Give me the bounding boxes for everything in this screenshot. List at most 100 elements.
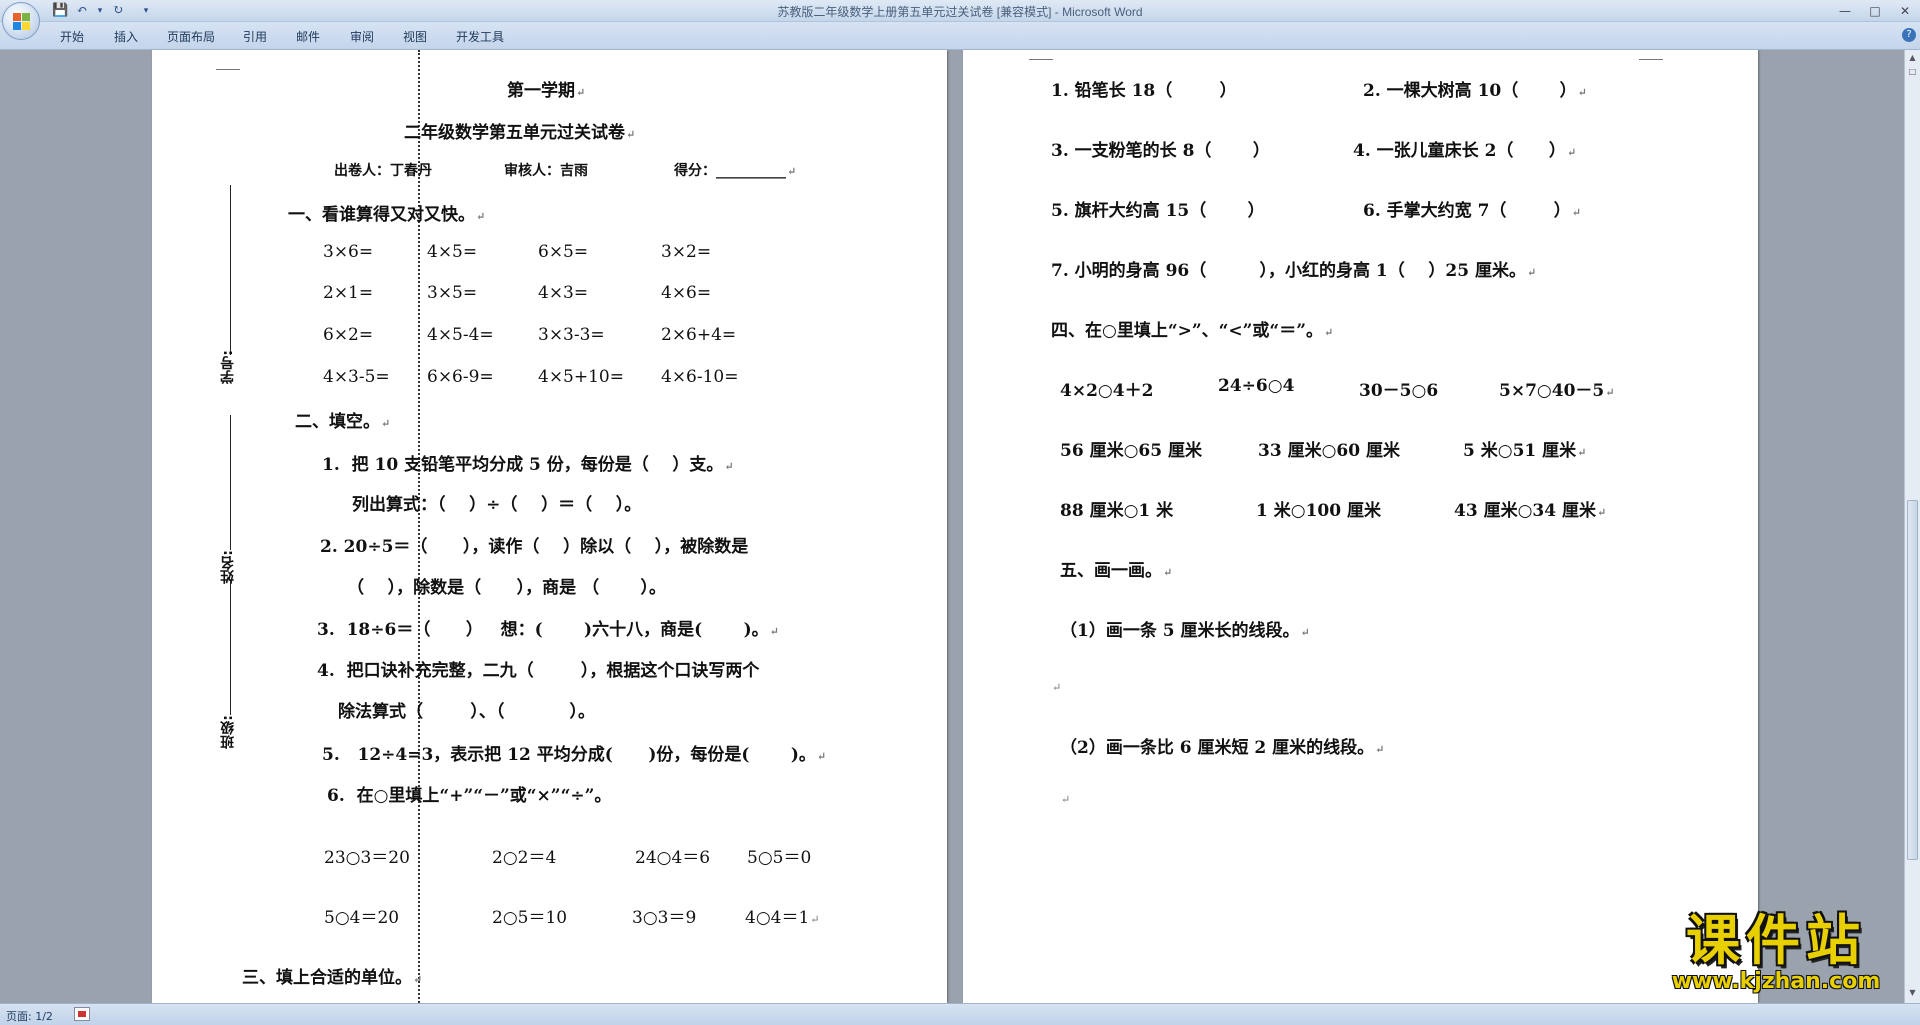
seal-line (418, 50, 420, 1003)
document-page-2[interactable]: 1. 铅笔长 18（ ） 2. 一棵大树高 10（ ）↵ 3. 一支粉笔的长 8… (963, 50, 1758, 1003)
maximize-button[interactable]: □ (1860, 0, 1890, 22)
vertical-scrollbar[interactable]: ▲ □ ▼ (1904, 50, 1920, 1003)
ruler-toggle-icon[interactable]: □ (1907, 66, 1918, 78)
tab-review[interactable]: 审阅 (350, 28, 374, 45)
help-icon[interactable]: ? (1902, 28, 1916, 42)
fill-item: 2○2＝4 (492, 848, 557, 868)
compare-item: 1 米○100 厘米 (1256, 501, 1381, 521)
question-1-formula: 列出算式：（ ）÷（ ）＝（ ）。 (352, 495, 642, 515)
calc-item: 2×1= (323, 283, 374, 303)
tab-home[interactable]: 开始 (60, 28, 84, 45)
tab-developer[interactable]: 开发工具 (456, 28, 504, 45)
class-underline (230, 580, 231, 715)
calc-item: 4×3-5= (323, 367, 390, 387)
fill-item: 5○4＝20 (324, 908, 400, 928)
page-count-status[interactable]: 页面: 1/2 (6, 1008, 53, 1024)
unit-question-1: 1. 铅笔长 18（ ） (1051, 81, 1237, 101)
paragraph-mark: ↵ (1061, 793, 1071, 806)
score-field[interactable]: 得分：__________↵ (674, 160, 796, 180)
question-1: 1. 把 10 支铅笔平均分成 5 份，每份是（ ）支。↵ (322, 455, 734, 475)
section-3-title: 三、填上合适的单位。↵ (242, 968, 423, 988)
scroll-up-icon[interactable]: ▲ (1907, 52, 1918, 64)
site-watermark: 课件站 www.kjzhan.com (1652, 911, 1900, 999)
compare-item: 56 厘米○65 厘米 (1060, 441, 1202, 461)
class-label: 班级: (220, 715, 236, 749)
exam-title: 二年级数学第五单元过关试卷↵ (404, 123, 636, 143)
paragraph-mark: ↵ (1052, 681, 1062, 694)
calc-item: 6×6-9= (427, 367, 494, 387)
question-2-cont: （ ），除数是（ ），商是 （ ）。 (347, 578, 667, 598)
unit-question-6: 6. 手掌大约宽 7（ ）↵ (1363, 201, 1581, 221)
section-1-title: 一、看谁算得又对又快。↵ (288, 205, 486, 225)
section-4-title: 四、在○里填上“>”、“<”或“＝”。↵ (1051, 321, 1334, 341)
section-2-title: 二、填空。↵ (295, 412, 391, 432)
ribbon-tabs: 开始 插入 页面布局 引用 邮件 审阅 视图 开发工具 ? (0, 22, 1920, 50)
unit-question-5: 5. 旗杆大约高 15（ ） (1051, 201, 1265, 221)
window-title: 苏教版二年级数学上册第五单元过关试卷 [兼容模式] - Microsoft Wo… (777, 5, 1143, 19)
minimize-button[interactable]: — (1830, 0, 1860, 22)
calc-item: 4×5-4= (427, 325, 494, 345)
compare-item: 4×2○4＋2 (1060, 381, 1154, 401)
compare-item: 5 米○51 厘米↵ (1463, 441, 1587, 461)
window-controls: — □ ✕ (1830, 0, 1920, 22)
scroll-thumb[interactable] (1907, 500, 1918, 860)
calc-item: 4×5+10= (538, 367, 624, 387)
document-page-1[interactable]: 学号: 姓名: 班级: 第一学期↵ 二年级数学第五单元过关试卷↵ 出卷人：丁春丹… (152, 50, 947, 1003)
calc-item: 3×2= (661, 242, 712, 262)
fill-item: 24○4＝6 (635, 848, 711, 868)
calc-item: 2×6+4= (661, 325, 737, 345)
document-workspace: 学号: 姓名: 班级: 第一学期↵ 二年级数学第五单元过关试卷↵ 出卷人：丁春丹… (0, 50, 1904, 1003)
unit-question-2: 2. 一棵大树高 10（ ）↵ (1363, 81, 1587, 101)
fill-item: 3○3＝9 (632, 908, 697, 928)
proofing-status-icon[interactable] (74, 1007, 90, 1021)
calc-item: 4×6= (661, 283, 712, 303)
question-3: 3. 18÷6＝（ ） 想：( )六十八，商是( )。↵ (317, 620, 779, 640)
crop-mark (216, 58, 240, 70)
page-heading: 第一学期↵ (507, 81, 586, 101)
office-button[interactable] (2, 2, 40, 40)
student-id-underline (230, 185, 231, 355)
unit-question-7: 7. 小明的身高 96（ ），小红的身高 1（ ）25 厘米。↵ (1051, 261, 1537, 281)
calc-item: 3×5= (427, 283, 478, 303)
compare-item: 88 厘米○1 米 (1060, 501, 1174, 521)
fill-item: 5○5＝0 (747, 848, 812, 868)
compare-item: 24÷6○4 (1218, 376, 1295, 396)
status-bar: 页面: 1/2 (0, 1003, 1920, 1025)
crop-mark (1639, 50, 1663, 60)
tab-references[interactable]: 引用 (243, 28, 267, 45)
question-4: 4. 把口诀补充完整，二九（ ），根据这个口诀写两个 (317, 661, 760, 681)
unit-question-4: 4. 一张儿童床长 2（ ）↵ (1353, 141, 1577, 161)
calc-item: 4×5= (427, 242, 478, 262)
draw-question-1: （1）画一条 5 厘米长的线段。↵ (1060, 621, 1310, 641)
tab-view[interactable]: 视图 (403, 28, 427, 45)
calc-item: 4×6-10= (661, 367, 739, 387)
watermark-title: 课件站 (1686, 909, 1866, 972)
question-5: 5. 12÷4=3，表示把 12 平均分成( )份，每份是( )。↵ (322, 745, 827, 765)
section-5-title: 五、画一画。↵ (1060, 561, 1173, 581)
compare-item: 33 厘米○60 厘米 (1258, 441, 1400, 461)
watermark-url: www.kjzhan.com (1671, 969, 1881, 994)
name-label: 姓名: (220, 550, 236, 584)
fill-item: 2○5＝10 (492, 908, 568, 928)
fill-item: 4○4＝1↵ (745, 908, 820, 928)
tab-page-layout[interactable]: 页面布局 (167, 28, 215, 45)
question-2: 2. 20÷5＝（ ），读作（ ）除以（ ），被除数是 (320, 537, 749, 557)
question-6: 6. 在○里填上“+”“－”或“×”“÷”。 (327, 786, 612, 806)
scroll-down-icon[interactable]: ▼ (1907, 987, 1918, 999)
tab-insert[interactable]: 插入 (114, 28, 138, 45)
close-button[interactable]: ✕ (1890, 0, 1920, 22)
compare-item: 43 厘米○34 厘米↵ (1454, 501, 1607, 521)
reviewer-line: 审核人：吉雨 (504, 163, 588, 179)
name-underline (230, 415, 231, 550)
title-bar: 💾 ↶ ▾ ↻ ▾ 苏教版二年级数学上册第五单元过关试卷 [兼容模式] - Mi… (0, 0, 1920, 22)
compare-item: 5×7○40－5↵ (1499, 381, 1615, 401)
draw-question-2: （2）画一条比 6 厘米短 2 厘米的线段。↵ (1060, 738, 1385, 758)
unit-question-3: 3. 一支粉笔的长 8（ ） (1051, 141, 1270, 161)
author-line: 出卷人：丁春丹 (334, 163, 432, 179)
crop-mark (1029, 50, 1053, 60)
calc-item: 3×3-3= (538, 325, 605, 345)
tab-mailings[interactable]: 邮件 (296, 28, 320, 45)
compare-item: 30－5○6 (1359, 381, 1439, 401)
calc-item: 3×6= (323, 242, 374, 262)
calc-item: 4×3= (538, 283, 589, 303)
